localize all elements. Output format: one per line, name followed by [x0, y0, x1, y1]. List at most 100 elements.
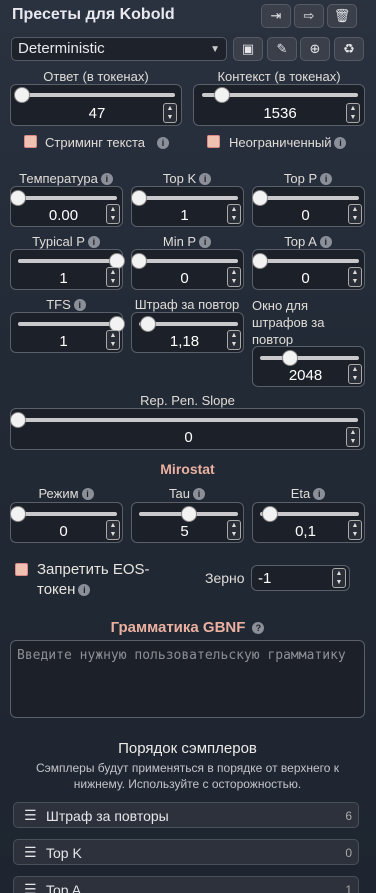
reppen-control: 1,18 ▲ ▼: [131, 312, 244, 353]
topa-value[interactable]: 0: [253, 270, 358, 287]
file-plus-icon: ⊕: [309, 41, 321, 56]
info-icon: i: [100, 173, 113, 185]
tfs-value[interactable]: 1: [11, 333, 116, 350]
reppenslope-slider[interactable]: [18, 418, 358, 422]
info-icon: i: [199, 236, 212, 248]
mirostat-mode-label: Режим i: [10, 486, 122, 501]
sampler-name: Top A: [46, 882, 82, 893]
export-preset-button[interactable]: ⇨: [294, 4, 324, 28]
context-slider-handle[interactable]: [214, 87, 231, 103]
temperature-slider[interactable]: [18, 196, 117, 200]
topk-slider-handle[interactable]: [131, 190, 147, 206]
rename-preset-button[interactable]: ✎: [267, 37, 297, 61]
grammar-textarea[interactable]: Введите нужную пользовательскую граммати…: [10, 640, 365, 718]
response-label: Ответ (в токенах): [43, 69, 149, 84]
seed-input[interactable]: -1 ▲ ▼: [251, 565, 350, 591]
typicalp-spinner[interactable]: ▲ ▼: [106, 267, 120, 287]
sampler-index: 0: [345, 846, 352, 860]
tfs-slider[interactable]: [18, 322, 117, 326]
mirostat-mode-slider[interactable]: [18, 512, 117, 516]
seed-spinner[interactable]: ▲ ▼: [332, 568, 346, 588]
topa-slider[interactable]: [260, 259, 359, 263]
pencil-icon: ✎: [276, 41, 288, 56]
mirostat-tau-value[interactable]: 5: [132, 523, 237, 540]
reppenslope-slider-handle[interactable]: [10, 412, 26, 428]
reppenrange-label: Окно для штрафов за повтор: [252, 298, 325, 347]
mirostat-mode-slider-handle[interactable]: [10, 506, 26, 522]
ban-eos-checkbox[interactable]: [15, 563, 28, 576]
info-icon: i: [87, 236, 100, 248]
typicalp-label: Typical Pi: [10, 234, 122, 249]
response-spinner[interactable]: ▲ ▼: [163, 103, 177, 123]
new-preset-button[interactable]: ⊕: [300, 37, 330, 61]
streaming-checkbox[interactable]: [24, 135, 37, 148]
context-spinner[interactable]: ▲ ▼: [346, 103, 360, 123]
reppenrange-slider-handle[interactable]: [281, 350, 298, 366]
mirostat-title: Mirostat: [160, 461, 215, 477]
preset-select[interactable]: Deterministic ▼: [11, 37, 227, 61]
sampler-order-item[interactable]: ☰ Top K 0: [13, 839, 359, 865]
mirostat-mode-value[interactable]: 0: [11, 523, 116, 540]
context-value[interactable]: 1536: [194, 105, 366, 122]
response-slider[interactable]: [19, 93, 175, 97]
save-preset-button[interactable]: ▣: [233, 37, 263, 61]
temperature-value[interactable]: 0.00: [11, 207, 116, 224]
drag-handle-icon[interactable]: ☰: [24, 844, 37, 861]
info-icon: i: [334, 137, 347, 149]
restore-preset-button[interactable]: ♻: [334, 37, 364, 61]
topk-value[interactable]: 1: [132, 207, 237, 224]
sampler-index: 1: [345, 883, 352, 893]
tfs-spinner[interactable]: ▲ ▼: [106, 330, 120, 350]
topp-slider[interactable]: [260, 196, 359, 200]
context-control: 1536 ▲ ▼: [193, 84, 365, 126]
mirostat-eta-spinner[interactable]: ▲ ▼: [348, 520, 362, 540]
minp-spinner[interactable]: ▲ ▼: [227, 267, 241, 287]
reppenrange-spinner[interactable]: ▲ ▼: [348, 364, 362, 384]
reppen-spinner[interactable]: ▲ ▼: [227, 330, 241, 350]
temperature-spinner[interactable]: ▲ ▼: [106, 204, 120, 224]
info-icon: i: [78, 584, 91, 596]
response-value[interactable]: 47: [11, 105, 183, 122]
mirostat-tau-slider-handle[interactable]: [180, 506, 197, 522]
topa-slider-handle[interactable]: [252, 253, 268, 269]
reppenrange-value[interactable]: 2048: [253, 367, 358, 384]
minp-slider[interactable]: [139, 259, 238, 263]
unlimited-checkbox[interactable]: [207, 135, 220, 148]
topp-spinner[interactable]: ▲ ▼: [348, 204, 362, 224]
minp-slider-handle[interactable]: [131, 253, 147, 269]
topa-spinner[interactable]: ▲ ▼: [348, 267, 362, 287]
topp-value[interactable]: 0: [253, 207, 358, 224]
typicalp-slider[interactable]: [18, 259, 117, 263]
reppen-slider-handle[interactable]: [139, 316, 156, 332]
mirostat-eta-value[interactable]: 0,1: [253, 523, 358, 540]
temperature-label: Температура i: [10, 171, 122, 186]
mirostat-eta-slider-handle[interactable]: [261, 506, 278, 522]
grammar-placeholder: Введите нужную пользовательскую граммати…: [17, 648, 346, 663]
info-icon: i: [81, 488, 94, 500]
drag-handle-icon[interactable]: ☰: [24, 881, 37, 893]
reppenslope-spinner[interactable]: ▲ ▼: [346, 427, 360, 447]
import-preset-button[interactable]: ⇥: [261, 4, 291, 28]
topk-slider[interactable]: [139, 196, 238, 200]
topp-slider-handle[interactable]: [252, 190, 268, 206]
sampler-order-item[interactable]: ☰ Top A 1: [13, 876, 359, 893]
reppenslope-control: 0 ▲ ▼: [10, 408, 365, 450]
mirostat-mode-spinner[interactable]: ▲ ▼: [106, 520, 120, 540]
delete-preset-button[interactable]: 🗑: [327, 4, 357, 28]
drag-handle-icon[interactable]: ☰: [24, 807, 37, 824]
topk-spinner[interactable]: ▲ ▼: [227, 204, 241, 224]
reppen-value[interactable]: 1,18: [132, 333, 237, 350]
sampler-order-item[interactable]: ☰ Штраф за повторы 6: [13, 802, 359, 828]
info-icon: i: [320, 173, 333, 185]
mirostat-tau-control: 5 ▲ ▼: [131, 502, 244, 543]
tfs-label: TFS i: [10, 297, 122, 312]
mirostat-tau-spinner[interactable]: ▲ ▼: [227, 520, 241, 540]
temperature-slider-handle[interactable]: [10, 190, 26, 206]
reppenslope-value[interactable]: 0: [11, 429, 366, 446]
typicalp-value[interactable]: 1: [11, 270, 116, 287]
streaming-label: Стриминг текста i: [45, 135, 169, 150]
minp-value[interactable]: 0: [132, 270, 237, 287]
response-slider-handle[interactable]: [14, 87, 31, 103]
topa-label: Top Ai: [252, 234, 364, 249]
reppenrange-slider[interactable]: [260, 356, 359, 360]
